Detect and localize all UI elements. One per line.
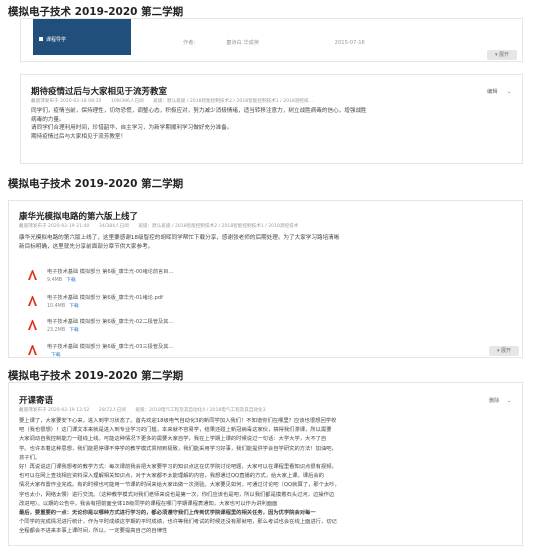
post-view-count: 109/396人已阅 bbox=[110, 99, 144, 104]
post-title[interactable]: 期待疫情过后与大家相见于流芳教室 bbox=[31, 85, 167, 97]
expand-label: 展开 bbox=[501, 348, 512, 354]
attachment-name: 电子技术基础 模拟部分 第6版_康华光-00绪论前言目… bbox=[47, 269, 174, 275]
chevron-down-icon: ▾ bbox=[494, 52, 498, 58]
attachment-name: 电子技术基础 模拟部分 第6版_康华光-02二极管及其… bbox=[47, 319, 174, 325]
post-class-scope: 班级：默认班级 / 2018智能控制技术2 / 2018智能控制技术1 / 20… bbox=[153, 99, 314, 104]
post-line: 吧（我也很想）！这门课文本来就是进入到专业学习的门槛，本来就不容易学，结果还碰上… bbox=[19, 427, 332, 434]
attachment-item[interactable]: 电子技术基础 模拟部分 第6版_康华光-02二极管及其… 23.2MB 下载 bbox=[27, 317, 327, 337]
post-line: 孩子们。 bbox=[19, 454, 41, 461]
post-author-time: 戴丽萍发布于 2020-02-19 21:40 bbox=[19, 224, 90, 229]
post-line: 大家调动自我控制能力一碰线上线。可能这种情况下更多的需要大家自学，我在上学期上课… bbox=[19, 436, 327, 443]
expand-button[interactable]: ▾ 展开 bbox=[489, 346, 519, 356]
post-author-time: 戴丽萍发布于 2020-02-18 08:35 bbox=[31, 99, 102, 104]
attachment-item[interactable]: 电子技术基础 模拟部分 第6版_康华光-01绪论.pdf 10.4MB 下载 bbox=[27, 293, 327, 313]
post-line: 期待疫情过后与大家相见于流芳教室！ bbox=[31, 133, 127, 140]
post-body: 康华光模拟电路的第六版上线了，这里要感谢18级智控的胡晖同学帮忙下载分享，感谢张… bbox=[19, 234, 517, 251]
author-label: 作者： bbox=[183, 40, 199, 46]
attachment-item[interactable]: 电子技术基础 模拟部分 第6版_康华光-03三极管及其… 下载 bbox=[27, 342, 327, 357]
pdf-icon bbox=[28, 296, 37, 306]
post-line: 也可以在网上查找相应资料深入理解相关知识点，对于大家都不太能理解的内容，我想通过… bbox=[19, 473, 324, 480]
announcement-card: 开课寄语 戴丽萍发布于 2020-02-19 12:52 28/72人已阅 班级… bbox=[8, 382, 523, 546]
course-section-title: 模拟电子技术 2019-2020 第二学期 bbox=[8, 178, 184, 190]
post-line: 病毒的力量。 bbox=[31, 116, 65, 123]
book-cover-mark bbox=[39, 37, 43, 41]
post-line: 个同学的完成情况进行统计，作为平时成绩这学期的平时成绩，也许等我们考试的时候还没… bbox=[19, 519, 337, 526]
book-cover-text: 课程导学 bbox=[46, 37, 67, 43]
attachment-size: 23.2MB bbox=[47, 328, 66, 333]
post-line: 好！再说说这门课我想考的教学方式：每次课前我会把大家要学习的知识点这在优学院讨论… bbox=[19, 464, 337, 471]
post-body: 要上课了，大家要安下心来，进入到学习状态了。首先欢迎18级电气自动化3的新同学加… bbox=[19, 417, 517, 537]
post-body: 同学们，疫情当前，保持理性，切勿恐慌，调整心态，积极应对，努力减少消极情绪，适当… bbox=[31, 107, 517, 141]
post-class-scope: 班级：默认班级 / 2018智能控制技术2 / 2018智能控制技术1 / 20… bbox=[138, 224, 299, 229]
course-section-title: 模拟电子技术 2019-2020 第二学期 bbox=[8, 6, 184, 18]
post-title[interactable]: 开课寄语 bbox=[19, 394, 53, 406]
post-line: 要上课了，大家要安下心来，进入到学习状态了。首先欢迎18级电气自动化3的新同学加… bbox=[19, 418, 337, 424]
post-title[interactable]: 康华光模拟电路的第六版上线了 bbox=[19, 210, 138, 222]
pdf-icon bbox=[28, 345, 37, 355]
attachment-size: 9.4MB bbox=[47, 278, 63, 283]
post-class-scope: 班级：2018电气工程及其自动化4 / 2018电气工程及其自动化3 bbox=[135, 408, 266, 413]
post-meta: 戴丽萍发布于 2020-02-18 08:35 109/396人已阅 班级：默认… bbox=[31, 98, 313, 104]
chevron-down-icon: ⌄ bbox=[507, 89, 512, 95]
course-section-title: 模拟电子技术 2019-2020 第二学期 bbox=[8, 370, 184, 382]
post-line: 改进吧）。以期的公告中，我会有把前面全体18级同学的课程在哪门学期课程表通知，大… bbox=[19, 500, 278, 507]
publish-date: 2015-07-16 bbox=[334, 40, 365, 46]
announcement-card: 康华光模拟电路的第六版上线了 戴丽萍发布于 2020-02-19 21:40 3… bbox=[8, 200, 523, 358]
announcement-card: 期待疫情过后与大家相见于流芳教室 戴丽萍发布于 2020-02-18 08:35… bbox=[20, 74, 523, 164]
download-link[interactable]: 下载 bbox=[69, 328, 79, 333]
download-link[interactable]: 下载 bbox=[51, 353, 61, 357]
pdf-icon bbox=[28, 270, 37, 280]
post-meta: 戴丽萍发布于 2020-02-19 21:40 34/384人已阅 班级：默认班… bbox=[19, 223, 298, 229]
delete-label: 删除 bbox=[489, 398, 500, 404]
post-line: 字也太小，网络太慢）进行交流。（这种教学模式对我们老师来说也是第一次，你们应该也… bbox=[19, 491, 335, 498]
post-line: 请同学们合理利用时间，珍惜韶华，自主学习，为新学期顺利学习做好充分准备。 bbox=[31, 125, 233, 132]
post-line: 同学们，疫情当前，保持理性，切勿恐慌，调整心态，积极应对，努力减少消极情绪，适当… bbox=[31, 108, 367, 114]
post-line: 情况大家布置作业完成。有的时候也可能用一节课的时间来给大家出做一次测验。大家要见… bbox=[19, 482, 340, 489]
author-name: 童诗白 华成英 bbox=[226, 40, 260, 46]
pdf-icon bbox=[28, 320, 37, 330]
post-line: 康华光模拟电路的第六版上线了，这里要感谢18级智控的胡晖同学帮忙下载分享，感谢张… bbox=[19, 235, 340, 241]
post-line: 学。也许本着这种思想，我们能把停课不停学的教学模式贯彻到极致，我们能采用学习好事… bbox=[19, 445, 337, 452]
attachment-name: 电子技术基础 模拟部分 第6版_康华光-01绪论.pdf bbox=[47, 295, 163, 301]
attachment-name: 电子技术基础 模拟部分 第6版_康华光-03三极管及其… bbox=[47, 344, 174, 350]
edit-button[interactable]: 编辑 ⌄ bbox=[487, 88, 511, 95]
attachment-size: 10.4MB bbox=[47, 304, 66, 309]
chevron-down-icon: ▾ bbox=[496, 348, 500, 354]
attachment-item[interactable]: 电子技术基础 模拟部分 第6版_康华光-00绪论前言目… 9.4MB 下载 bbox=[27, 267, 327, 287]
edit-label: 编辑 bbox=[487, 89, 498, 95]
expand-label: 展开 bbox=[499, 52, 510, 58]
download-link[interactable]: 下载 bbox=[69, 304, 79, 309]
book-cover-image[interactable]: 课程导学 bbox=[33, 19, 131, 55]
post-view-count: 28/72人已阅 bbox=[98, 408, 126, 413]
post-author-time: 戴丽萍发布于 2020-02-19 12:52 bbox=[19, 408, 90, 413]
post-line: 全程都会不进来本事上课时间，所以，一定要提高自己的自律性 bbox=[19, 528, 168, 535]
resource-card: 课程导学 作者： 童诗白 华成英 2015-07-16 ▾ 展开 bbox=[20, 18, 523, 62]
post-line: 新目标明确，这里就先分享前面部分章节供大家参考。 bbox=[19, 243, 154, 250]
post-line: 最后，要重要的一点：无论你是以哪种方式进行学习的，都必须遵守我们上传到优学院课程… bbox=[19, 510, 316, 517]
download-link[interactable]: 下载 bbox=[66, 278, 76, 283]
expand-button[interactable]: ▾ 展开 bbox=[487, 50, 517, 60]
chevron-down-icon: ⌄ bbox=[507, 398, 512, 404]
post-view-count: 34/384人已阅 bbox=[98, 224, 129, 229]
post-meta: 戴丽萍发布于 2020-02-19 12:52 28/72人已阅 班级：2018… bbox=[19, 407, 266, 413]
delete-button[interactable]: 删除 ⌄ bbox=[489, 397, 511, 404]
